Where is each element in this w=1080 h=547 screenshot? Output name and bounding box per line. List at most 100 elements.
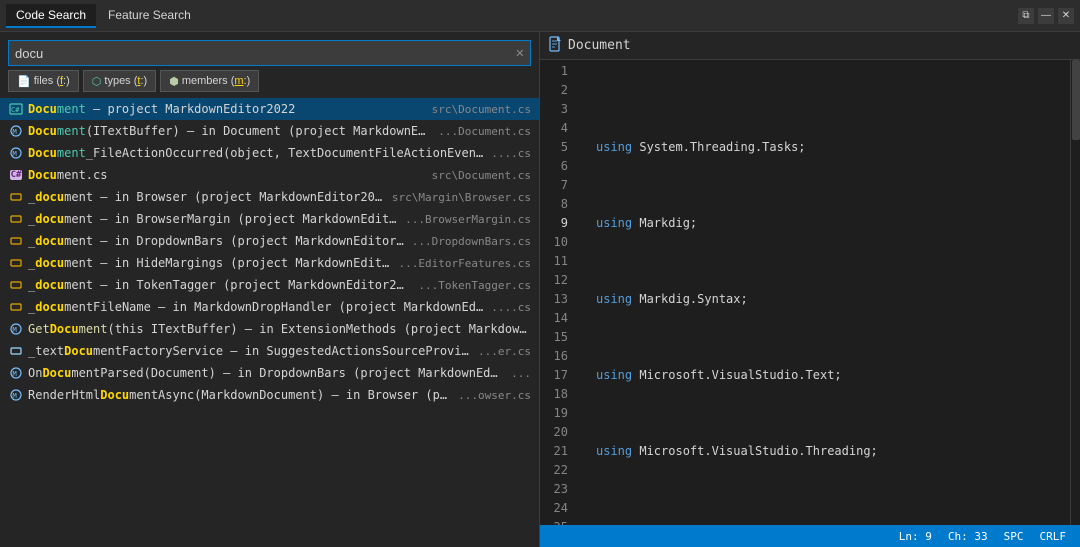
result-path-text: ...BrowserMargin.cs [405, 213, 531, 226]
result-icon-method: M [8, 123, 24, 139]
result-icon-method: M [8, 387, 24, 403]
svg-text:C#: C# [11, 106, 20, 114]
code-content[interactable]: using System.Threading.Tasks; using Mark… [576, 60, 1070, 525]
result-path-text: ...DropdownBars.cs [412, 235, 531, 248]
filter-types-button[interactable]: ⬡ types (t:) [83, 70, 156, 92]
results-list[interactable]: C# Document — project MarkdownEditor2022… [0, 98, 539, 547]
restore-button[interactable]: ⧉ [1018, 8, 1034, 24]
result-icon-field [8, 299, 24, 315]
status-encoding[interactable]: SPC [998, 525, 1030, 547]
result-icon-field [8, 233, 24, 249]
list-item[interactable]: M OnDocumentParsed(Document) — in Dropdo… [0, 362, 539, 384]
status-ch[interactable]: Ch: 33 [942, 525, 994, 547]
result-name-text: RenderHtmlDocumentAsync(MarkdownDocument… [28, 388, 450, 402]
editor-scrollbar[interactable] [1070, 60, 1080, 525]
result-path-text: src\Margin\Browser.cs [392, 191, 531, 204]
result-path-text: ...owser.cs [458, 389, 531, 402]
code-text-3: using Markdig.Syntax; [596, 290, 748, 309]
filter-members-button[interactable]: ⬢ members (m:) [160, 70, 259, 92]
status-ln[interactable]: Ln: 9 [893, 525, 938, 547]
tab-feature-search[interactable]: Feature Search [98, 4, 201, 28]
result-name-text: Document.cs [28, 168, 424, 182]
svg-text:M: M [13, 326, 17, 334]
editor-area[interactable]: 1 2 3 4 5 6 7 8 9 10 11 12 13 14 15 16 1… [540, 60, 1080, 525]
list-item[interactable]: _document — in TokenTagger (project Mark… [0, 274, 539, 296]
code-line-2: using Markdig; [580, 214, 1070, 233]
filter-types-label: types (t:) [104, 75, 147, 87]
scrollbar-thumb[interactable] [1072, 60, 1080, 140]
status-bar: Ln: 9 Ch: 33 SPC CRLF [540, 525, 1080, 547]
clear-search-button[interactable]: ✕ [516, 45, 524, 61]
main-layout: ✕ 📄 files (f:) ⬡ types (t:) ⬢ members (m… [0, 32, 1080, 547]
list-item[interactable]: M GetDocument(this ITextBuffer) — in Ext… [0, 318, 539, 340]
svg-text:M: M [13, 150, 17, 158]
close-button[interactable]: ✕ [1058, 8, 1074, 24]
status-line-ending[interactable]: CRLF [1034, 525, 1073, 547]
code-line-6 [580, 518, 1070, 525]
list-item[interactable]: _textDocumentFactoryService — in Suggest… [0, 340, 539, 362]
result-name-text: Document(ITextBuffer) — in Document (pro… [28, 124, 430, 138]
left-panel: ✕ 📄 files (f:) ⬡ types (t:) ⬢ members (m… [0, 32, 540, 547]
filter-members-label: members (m:) [182, 75, 250, 87]
minimize-button[interactable]: — [1038, 8, 1054, 24]
result-icon-method: M [8, 321, 24, 337]
result-path-text: ....cs [491, 147, 531, 160]
result-path-text: ....cs [491, 301, 531, 314]
filter-files-button[interactable]: 📄 files (f:) [8, 70, 79, 92]
result-name-text: _document — in TokenTagger (project Mark… [28, 278, 410, 292]
list-item[interactable]: C# Document — project MarkdownEditor2022… [0, 98, 539, 120]
result-name-text: _documentFileName — in MarkdownDropHandl… [28, 300, 483, 314]
list-item[interactable]: M RenderHtmlDocumentAsync(MarkdownDocume… [0, 384, 539, 406]
title-bar: Code Search Feature Search ⧉ — ✕ [0, 0, 1080, 32]
result-name-text: _textDocumentFactoryService — in Suggest… [28, 344, 470, 358]
code-text-4: using Microsoft.VisualStudio.Text; [596, 366, 842, 385]
code-line-5: using Microsoft.VisualStudio.Threading; [580, 442, 1070, 461]
result-path-text: ...er.cs [478, 345, 531, 358]
result-icon-field [8, 211, 24, 227]
result-path-text: ... [511, 367, 531, 380]
result-icon-class: C# [8, 101, 24, 117]
svg-text:M: M [13, 370, 17, 378]
tab-code-search[interactable]: Code Search [6, 4, 96, 28]
result-path-text: src\Document.cs [432, 103, 531, 116]
result-path-text: src\Document.cs [432, 169, 531, 182]
members-filter-icon: ⬢ [169, 75, 179, 88]
file-filter-icon: 📄 [17, 75, 31, 88]
code-text-1: using System.Threading.Tasks; [596, 138, 806, 157]
list-item[interactable]: _documentFileName — in MarkdownDropHandl… [0, 296, 539, 318]
editor-title-bar: Document [540, 32, 1080, 60]
result-name-text: GetDocument(this ITextBuffer) — in Exten… [28, 322, 531, 336]
editor-title-text: Document [568, 38, 631, 53]
result-icon-field [8, 255, 24, 271]
code-line-4: using Microsoft.VisualStudio.Text; [580, 366, 1070, 385]
line-numbers: 1 2 3 4 5 6 7 8 9 10 11 12 13 14 15 16 1… [540, 60, 576, 525]
result-path-text: ...EditorFeatures.cs [399, 257, 531, 270]
list-item[interactable]: _document — in DropdownBars (project Mar… [0, 230, 539, 252]
list-item[interactable]: _document — in Browser (project Markdown… [0, 186, 539, 208]
result-name-text: Document — project MarkdownEditor2022 [28, 102, 424, 116]
result-icon-method: M [8, 365, 24, 381]
right-panel: Document 1 2 3 4 5 6 7 8 9 10 11 12 13 1… [540, 32, 1080, 547]
list-item[interactable]: _document — in BrowserMargin (project Ma… [0, 208, 539, 230]
result-name-text: _document — in BrowserMargin (project Ma… [28, 212, 397, 226]
result-icon-field [8, 277, 24, 293]
code-text-6 [596, 518, 603, 525]
search-input[interactable] [15, 46, 516, 61]
types-filter-icon: ⬡ [92, 75, 102, 88]
list-item[interactable]: _document — in HideMargings (project Mar… [0, 252, 539, 274]
code-text-2: using Markdig; [596, 214, 697, 233]
result-icon-field [8, 189, 24, 205]
code-text-5: using Microsoft.VisualStudio.Threading; [596, 442, 878, 461]
code-line-1: using System.Threading.Tasks; [580, 138, 1070, 157]
result-icon-method: M [8, 145, 24, 161]
result-name-text: _document — in HideMargings (project Mar… [28, 256, 391, 270]
result-name-text: Document_FileActionOccurred(object, Text… [28, 146, 483, 160]
result-path-text: ...Document.cs [438, 125, 531, 138]
list-item[interactable]: M Document(ITextBuffer) — in Document (p… [0, 120, 539, 142]
result-name-text: OnDocumentParsed(Document) — in Dropdown… [28, 366, 503, 380]
result-path-text: ...TokenTagger.cs [418, 279, 531, 292]
svg-text:M: M [13, 392, 17, 400]
list-item[interactable]: M Document_FileActionOccurred(object, Te… [0, 142, 539, 164]
list-item[interactable]: C# Document.cs src\Document.cs [0, 164, 539, 186]
result-name-text: _document — in DropdownBars (project Mar… [28, 234, 404, 248]
